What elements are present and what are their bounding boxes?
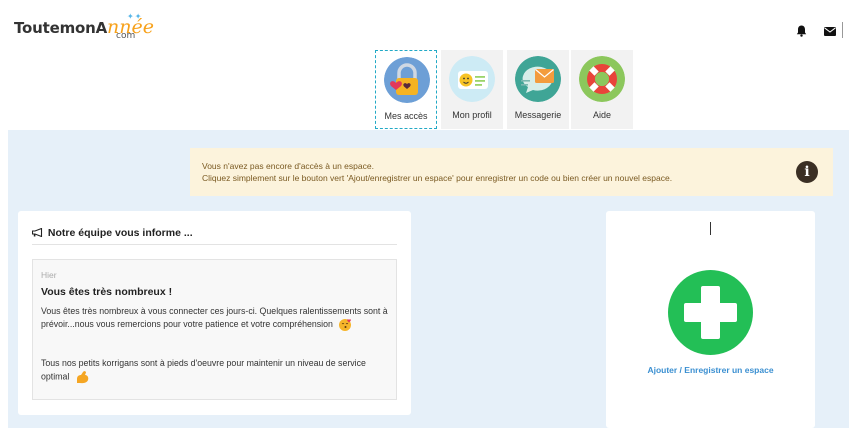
nav-label-messagerie: Messagerie [514, 110, 562, 120]
news-panel: Notre équipe vous informe ... Hier Vous … [18, 211, 411, 415]
nav-tab-mon-profil[interactable]: Mon profil [441, 50, 503, 129]
logo-text: ToutemonA [14, 19, 107, 37]
plus-icon-bar [684, 303, 737, 322]
news-heading: Notre équipe vous informe ... [31, 227, 193, 239]
text-cursor [710, 222, 711, 235]
nav-label-aide: Aide [592, 110, 611, 120]
megaphone-icon [31, 227, 43, 238]
main-nav: Mes accès Mon profil Messagerie Aide [0, 50, 849, 129]
news-item: Hier Vous êtes très nombreux ! Vous êtes… [32, 259, 397, 400]
nav-tab-mes-acces[interactable]: Mes accès [375, 50, 437, 129]
logo-domain: com [116, 31, 136, 41]
add-space-link[interactable]: Ajouter / Enregistrer un espace [606, 365, 815, 375]
alert-message: Vous n'avez pas encore d'accès à un espa… [202, 160, 672, 184]
bell-icon[interactable] [796, 25, 807, 37]
site-logo[interactable]: ToutemonAnnée com ✦✦ [14, 12, 154, 46]
news-title: Vous êtes très nombreux ! [41, 286, 173, 298]
menu-divider [842, 22, 849, 38]
lifebuoy-icon [579, 56, 625, 102]
no-access-alert: Vous n'avez pas encore d'accès à un espa… [190, 148, 833, 196]
top-header: ToutemonAnnée com ✦✦ Mes accès Mon profi… [0, 0, 849, 130]
flexed-biceps-emoji-icon [76, 371, 89, 384]
profile-card-icon [449, 56, 495, 102]
news-heading-text: Notre équipe vous informe ... [47, 227, 193, 239]
news-divider [32, 244, 397, 245]
nav-tab-aide[interactable]: Aide [571, 50, 633, 129]
alert-line-2: Cliquez simplement sur le bouton vert 'A… [202, 173, 673, 183]
alert-line-1: Vous n'avez pas encore d'accès à un espa… [202, 161, 374, 171]
add-space-button[interactable] [668, 270, 753, 355]
add-space-panel: Ajouter / Enregistrer un espace [606, 211, 815, 428]
nav-label-mon-profil: Mon profil [452, 110, 492, 120]
news-paragraph-1: Vous êtes très nombreux à vous connecter… [41, 305, 391, 332]
envelope-bubble-icon [515, 56, 561, 102]
padlock-hearts-icon [384, 57, 430, 103]
info-icon: i [796, 161, 818, 183]
envelope-icon[interactable] [824, 27, 836, 36]
news-paragraph-2: Tous nos petits korrigans sont à pieds d… [41, 357, 391, 384]
main-content: Vous n'avez pas encore d'accès à un espa… [8, 130, 849, 428]
blowing-kiss-emoji-icon [339, 319, 352, 332]
nav-label-mes-acces: Mes accès [384, 111, 428, 121]
nav-tab-messagerie[interactable]: Messagerie [507, 50, 569, 129]
logo-stars-icon: ✦✦ [127, 12, 143, 21]
news-date: Hier [41, 270, 57, 280]
news-paragraph-1-text: Vous êtes très nombreux à vous connecter… [41, 306, 388, 329]
